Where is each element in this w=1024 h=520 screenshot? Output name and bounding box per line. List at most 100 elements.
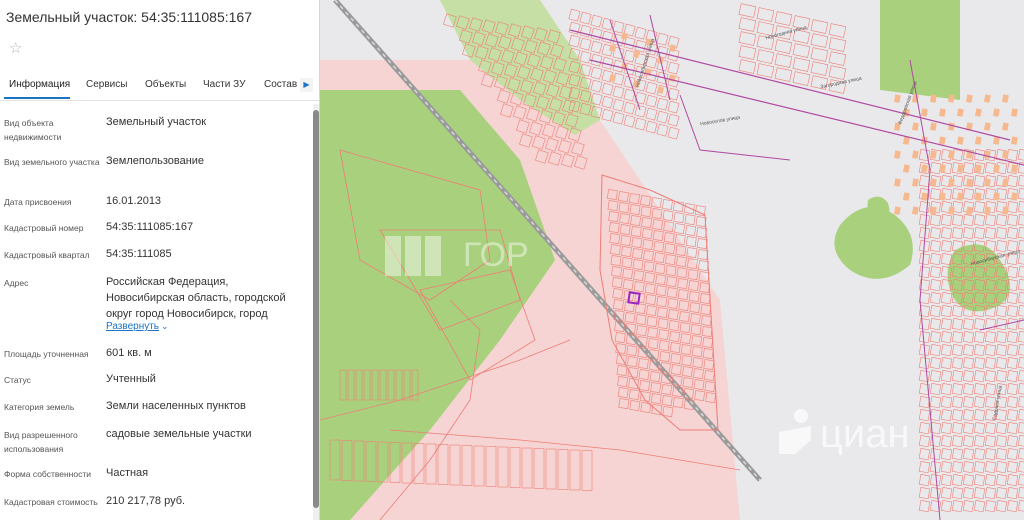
park-area (880, 0, 960, 100)
building (983, 150, 991, 159)
building (893, 206, 901, 215)
building (947, 178, 955, 187)
triangle-right-icon[interactable]: ▶ (300, 78, 313, 92)
building (893, 94, 901, 103)
address-value: Российская Федерация, Новосибирская обла… (106, 276, 286, 320)
property-value: Земли населенных пунктов (106, 400, 246, 412)
building (608, 44, 617, 53)
building (632, 50, 641, 59)
info-panel: Земельный участок: 54:35:111085:167 ☆ Ин… (0, 0, 320, 520)
building (1001, 94, 1009, 103)
building (668, 44, 677, 53)
property-value: 54:35:111085:167 (106, 221, 194, 233)
building (983, 178, 991, 187)
building (911, 150, 919, 159)
property-value: 210 217,78 руб. (106, 495, 186, 507)
cian-watermark: циан (765, 404, 935, 464)
property-value: 601 кв. м (106, 347, 152, 359)
cian-watermark-text: циан (820, 412, 910, 456)
gor-watermark-text: ГОР (463, 236, 529, 274)
property-label: Вид объекта недвижимости (4, 118, 62, 142)
property-value: Учтенный (106, 373, 156, 385)
building (929, 206, 937, 215)
star-outline-icon[interactable]: ☆ (9, 41, 22, 56)
active-tab-indicator (4, 97, 70, 99)
expand-link[interactable]: Развернуть (106, 321, 159, 332)
building (992, 164, 1000, 173)
building (608, 74, 617, 83)
property-label: Категория земель (4, 402, 75, 412)
property-value: Земельный участок (106, 116, 207, 128)
cadastral-map[interactable]: Новосибирская улица Новогодняя улица Нов… (320, 0, 1024, 520)
building (938, 192, 946, 201)
building (965, 94, 973, 103)
gor-watermark: ГОР (383, 232, 553, 280)
building (992, 136, 1000, 145)
property-label: Кадастровый номер (4, 223, 84, 233)
building (974, 192, 982, 201)
building (911, 178, 919, 187)
building (1001, 122, 1009, 131)
property-value: Частная (106, 467, 149, 479)
property-label: Кадастровый квартал (4, 250, 90, 260)
building (983, 94, 991, 103)
building (911, 206, 919, 215)
building (1010, 192, 1018, 201)
building (965, 178, 973, 187)
building (965, 206, 973, 215)
building (929, 94, 937, 103)
property-label: Кадастровая стоимость (4, 497, 98, 507)
building (920, 192, 928, 201)
building (947, 94, 955, 103)
tab-services[interactable]: Сервисы (86, 79, 127, 90)
building (920, 108, 928, 117)
building (974, 136, 982, 145)
tab-parts[interactable]: Части ЗУ (203, 79, 245, 90)
building (656, 86, 665, 95)
building (938, 136, 946, 145)
cian-logo-icon (779, 409, 811, 454)
property-label: Адрес (4, 278, 29, 288)
building (1001, 150, 1009, 159)
building (947, 150, 955, 159)
property-value: 16.01.2013 (106, 195, 162, 207)
building (947, 206, 955, 215)
property-value: Землепользование (106, 155, 205, 167)
building (929, 178, 937, 187)
tab-composition[interactable]: Состав (264, 79, 297, 90)
property-value: садовые земельные участки (106, 428, 252, 440)
building (956, 136, 964, 145)
building (893, 178, 901, 187)
building (893, 150, 901, 159)
building (902, 192, 910, 201)
property-label: Вид земельного участка (4, 157, 100, 167)
building (620, 32, 629, 41)
building (983, 122, 991, 131)
building (938, 108, 946, 117)
building (1010, 164, 1018, 173)
building (992, 192, 1000, 201)
building (929, 150, 937, 159)
building (974, 108, 982, 117)
building (956, 108, 964, 117)
building (911, 122, 919, 131)
property-value: 54:35:111085 (106, 248, 172, 260)
building (983, 206, 991, 215)
building (1010, 108, 1018, 117)
property-label: Вид разрешенного использования (4, 430, 78, 454)
building (992, 108, 1000, 117)
building (929, 122, 937, 131)
building (938, 164, 946, 173)
property-label: Форма собственности (4, 469, 91, 479)
building (947, 122, 955, 131)
property-label: Площадь уточненная (4, 349, 89, 359)
building (1001, 206, 1009, 215)
chevron-down-icon[interactable]: ⌄ (161, 321, 169, 332)
tab-info[interactable]: Информация (9, 79, 70, 90)
tab-objects[interactable]: Объекты (145, 79, 186, 90)
tab-bar: Информация Сервисы Объекты Части ЗУ Сост… (0, 70, 319, 101)
building (920, 164, 928, 173)
building (902, 164, 910, 173)
page-title: Земельный участок: 54:35:111085:167 (6, 9, 252, 25)
scrollbar-thumb[interactable] (313, 110, 319, 508)
